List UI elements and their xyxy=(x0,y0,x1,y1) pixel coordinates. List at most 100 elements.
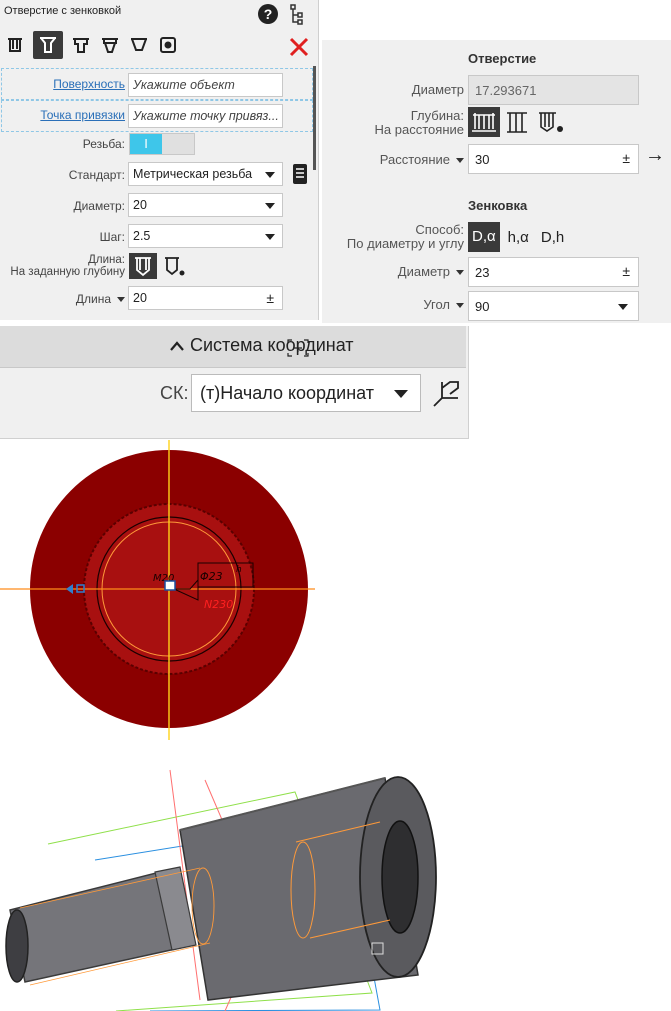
chevron-down-icon xyxy=(265,172,275,178)
help-icon[interactable]: ? xyxy=(258,4,278,24)
hole-properties-panel: Отверстие с зенковкой ? Поверхность Укаж… xyxy=(0,0,319,320)
hole-type-toolbar xyxy=(4,31,179,59)
chevron-up-icon xyxy=(170,340,184,351)
csk-diameter-label-text: Диаметр xyxy=(397,264,450,279)
chevron-down-icon xyxy=(456,158,464,164)
length-value: 20 xyxy=(133,291,147,305)
diameter-select[interactable]: 20 xyxy=(128,193,283,217)
length-label[interactable]: Длина xyxy=(10,292,125,306)
method-label-line1: Способ: xyxy=(415,222,464,237)
catalog-book-icon[interactable] xyxy=(292,163,308,185)
chevron-down-icon xyxy=(394,390,408,398)
hole-section-title: Отверстие xyxy=(468,51,537,66)
distance-value: 30 xyxy=(475,151,490,167)
chevron-down-icon xyxy=(117,297,125,303)
countersink-params-panel: Отверстие Диаметр 17.293671 Глубина: На … xyxy=(322,40,671,323)
axis-pick-icon[interactable] xyxy=(428,376,460,410)
model-3d-viewport[interactable] xyxy=(0,760,460,1011)
plus-minus-icon[interactable]: ± xyxy=(266,290,274,306)
depth-annotation: h xyxy=(236,565,242,575)
method-option-d-alpha[interactable]: D,α xyxy=(468,222,500,252)
depth-label: Длина: На заданную глубину xyxy=(4,254,125,278)
toggle-on-indicator: I xyxy=(130,134,162,154)
angle-annotation: N230 xyxy=(204,598,233,611)
cs-select[interactable]: (т)Начало координат xyxy=(191,374,421,412)
cs-value: (т)Начало координат xyxy=(200,382,375,403)
direction-arrow-icon[interactable]: → xyxy=(645,144,665,167)
depth-distance-button[interactable] xyxy=(468,107,500,137)
method-label-line2: По диаметру и углу xyxy=(346,236,464,251)
anchor-point-marker[interactable] xyxy=(164,580,176,591)
surface-input[interactable]: Укажите объект xyxy=(128,73,283,97)
surface-link[interactable]: Поверхность xyxy=(10,77,125,91)
hole-simple-icon[interactable] xyxy=(4,34,26,56)
hole-spot-icon[interactable] xyxy=(128,34,150,56)
csk-diameter-input[interactable]: 23 ± xyxy=(468,257,639,287)
depth-label-line1: Длина: xyxy=(88,254,125,266)
diameter-value: 20 xyxy=(133,198,147,212)
chevron-down-icon xyxy=(265,234,275,240)
hole-depth-label: Глубина: На расстояние xyxy=(326,109,464,137)
thread-label: Резьба: xyxy=(82,137,125,151)
chevron-down-icon xyxy=(456,303,464,309)
depth-to-object-icon[interactable] xyxy=(536,107,566,137)
coordinate-system-panel: Система координат СК: (т)Начало координа… xyxy=(0,326,469,439)
shaft-small xyxy=(9,871,181,983)
depth-label-line2: На заданную глубину xyxy=(10,266,125,278)
pitch-value: 2.5 xyxy=(133,229,151,243)
countersink-section-title: Зенковка xyxy=(468,198,528,213)
anchor-link[interactable]: Точка привязки xyxy=(10,108,125,122)
hole-diameter-label: Диаметр xyxy=(411,82,464,97)
thread-toggle[interactable]: I xyxy=(129,133,195,155)
top-view-viewport[interactable]: M20 Φ23 h N230 xyxy=(0,440,320,740)
csk-diameter-value: 23 xyxy=(475,264,490,280)
chevron-down-icon xyxy=(456,270,464,276)
diameter-label: Диаметр: xyxy=(73,199,125,213)
coord-header-content: Система координат xyxy=(168,335,354,356)
hole-thread-icon[interactable] xyxy=(157,34,179,56)
panel-title: Отверстие с зенковкой xyxy=(4,5,122,17)
standard-value: Метрическая резьба xyxy=(133,167,253,181)
tree-structure-icon[interactable] xyxy=(289,4,305,26)
method-option-h-alpha[interactable]: h,α xyxy=(504,229,533,246)
hole-diameter-field: 17.293671 xyxy=(468,75,639,105)
cursor-crosshair-icon xyxy=(286,338,310,358)
hole-conical-icon[interactable] xyxy=(99,34,121,56)
anchor-input[interactable]: Укажите точку привяз... xyxy=(128,104,283,128)
standard-select[interactable]: Метрическая резьба xyxy=(128,162,283,186)
angle-value: 90 xyxy=(475,298,490,314)
pitch-label: Шаг: xyxy=(99,230,125,244)
plus-minus-icon[interactable]: ± xyxy=(622,263,630,279)
method-option-d-h[interactable]: D,h xyxy=(537,229,568,246)
hole-opening xyxy=(381,820,419,934)
depth-to-surface-icon[interactable] xyxy=(162,253,186,279)
chevron-down-icon xyxy=(265,203,275,209)
scrollbar[interactable] xyxy=(313,66,316,170)
plus-minus-icon[interactable]: ± xyxy=(622,150,630,166)
method-label: Способ: По диаметру и углу xyxy=(326,223,464,251)
chevron-down-icon xyxy=(618,304,628,310)
hole-countersink-icon[interactable] xyxy=(33,31,63,59)
hole-counterbore-icon[interactable] xyxy=(70,34,92,56)
angle-label[interactable]: Угол xyxy=(326,297,464,312)
length-label-text: Длина xyxy=(75,292,111,306)
pitch-select[interactable]: 2.5 xyxy=(128,224,283,248)
angle-select[interactable]: 90 xyxy=(468,291,639,321)
distance-label-text: Расстояние xyxy=(379,152,450,167)
close-icon[interactable] xyxy=(289,37,309,57)
diameter-annotation: Φ23 xyxy=(200,570,223,583)
hole-depth-label-line2: На расстояние xyxy=(374,122,464,137)
coord-header-text: Система координат xyxy=(190,335,354,355)
length-input[interactable]: 20 ± xyxy=(128,286,283,310)
hole-depth-label-line1: Глубина: xyxy=(410,108,464,123)
angle-label-text: Угол xyxy=(423,297,450,312)
shaft-end-face xyxy=(5,909,29,983)
method-options: D,α h,α D,h xyxy=(468,222,568,252)
standard-label: Стандарт: xyxy=(68,168,125,182)
distance-input[interactable]: 30 ± xyxy=(468,144,639,174)
coord-section-header[interactable]: Система координат xyxy=(0,326,466,368)
depth-mode-selected[interactable] xyxy=(129,253,157,279)
depth-through-icon[interactable] xyxy=(504,107,530,137)
csk-diameter-label[interactable]: Диаметр xyxy=(326,264,464,279)
distance-label[interactable]: Расстояние xyxy=(326,152,464,167)
